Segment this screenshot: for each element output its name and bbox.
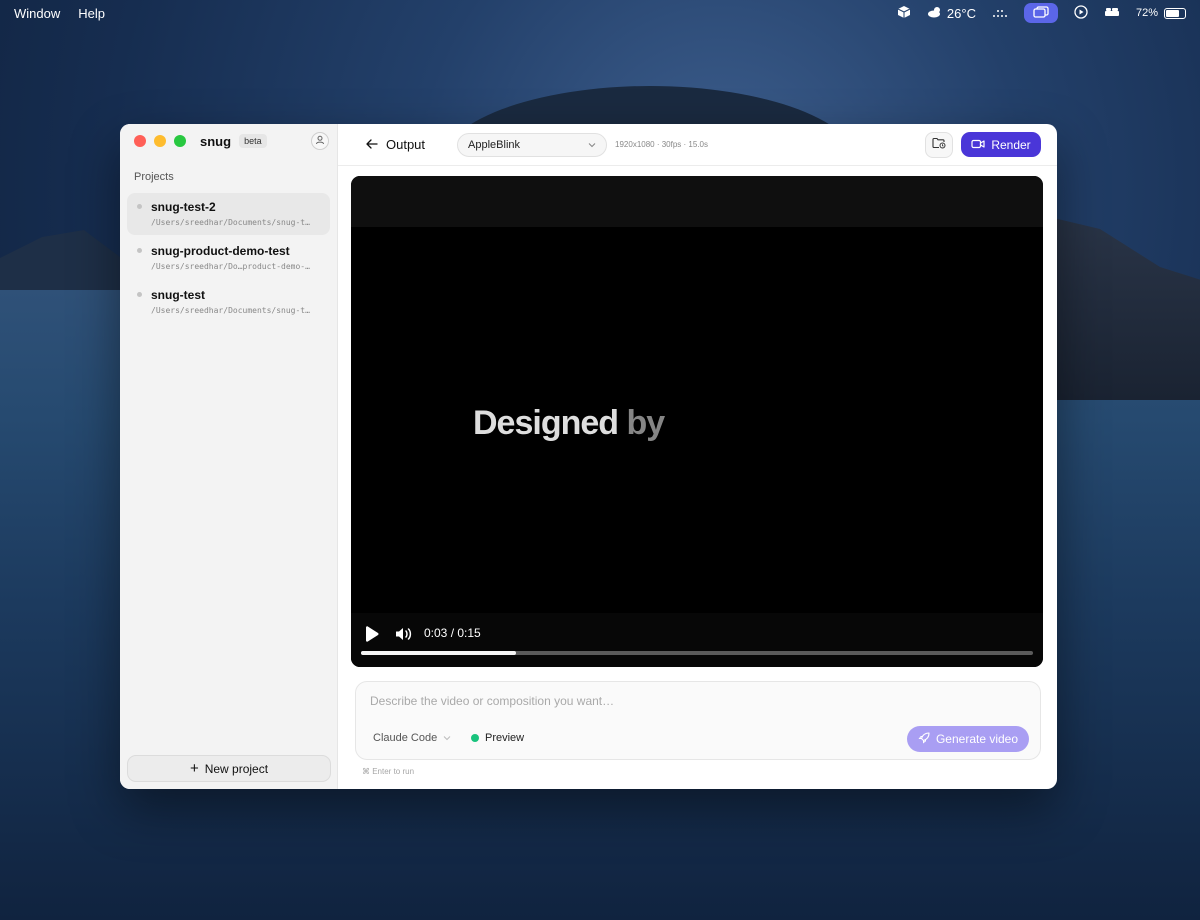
back-button[interactable]: Output [366, 137, 425, 152]
window-controls [134, 135, 186, 147]
sidebar-header: snug beta [120, 124, 337, 158]
volume-button[interactable] [395, 626, 413, 647]
minimize-button[interactable] [154, 135, 166, 147]
projects-section-label: Projects [134, 171, 174, 183]
chevron-down-icon [588, 139, 596, 151]
menubar: Window Help 26°C 72% [0, 0, 1200, 26]
project-item[interactable]: snug-test /Users/sreedhar/Documents/snug… [127, 281, 330, 323]
project-path: /Users/sreedhar/Documents/snug-t… [151, 218, 310, 227]
box-icon[interactable] [897, 5, 911, 22]
keyboard-hint: ⌘ Enter to run [362, 767, 415, 776]
generate-label: Generate video [935, 732, 1019, 746]
render-label: Render [991, 137, 1031, 152]
close-button[interactable] [134, 135, 146, 147]
project-name: snug-test-2 [151, 200, 216, 214]
project-path: /Users/sreedhar/Documents/snug-t… [151, 306, 310, 315]
menu-window[interactable]: Window [14, 6, 60, 21]
menu-help[interactable]: Help [78, 6, 105, 21]
caption-main: Designed [473, 404, 619, 442]
video-camera-icon [971, 138, 985, 152]
video-letterbox [351, 176, 1043, 227]
dots-icon[interactable] [992, 6, 1008, 21]
main-panel: Output AppleBlink 1920x1080 · 30fps · 15… [338, 124, 1057, 789]
chevron-down-icon [443, 732, 451, 744]
weather-widget[interactable]: 26°C [927, 6, 976, 21]
toolbar: Output AppleBlink 1920x1080 · 30fps · 15… [338, 124, 1057, 166]
status-dot [471, 734, 479, 742]
windows-icon [1033, 5, 1049, 21]
composition-value: AppleBlink [468, 138, 521, 151]
screen-mirror-button[interactable] [1023, 3, 1058, 23]
seek-bar[interactable] [361, 651, 1033, 655]
project-dot [137, 204, 142, 209]
render-history-button[interactable] [925, 131, 953, 158]
cloud-sun-icon [927, 6, 943, 21]
beta-badge: beta [239, 134, 267, 148]
account-button[interactable] [311, 132, 329, 150]
video-player[interactable]: Designed by 0:03 / 0:15 [351, 176, 1043, 667]
model-label: Claude Code [373, 732, 438, 744]
app-name: snug [200, 133, 232, 149]
preview-label: Preview [485, 732, 525, 744]
video-caption: Designed by [473, 404, 666, 443]
generate-video-button[interactable]: Generate video [907, 726, 1029, 752]
user-icon [315, 132, 325, 150]
back-label: Output [386, 137, 426, 152]
new-project-button[interactable]: + New project [127, 755, 331, 782]
playback-time: 0:03 / 0:15 [424, 626, 481, 640]
project-name: snug-test [151, 288, 205, 302]
project-name: snug-product-demo-test [151, 244, 290, 258]
prompt-input[interactable]: Describe the video or composition you wa… [370, 694, 614, 708]
battery-status[interactable]: 72% [1136, 7, 1186, 19]
seek-progress [361, 651, 516, 655]
project-dot [137, 248, 142, 253]
sidebar: snug beta Projects snug-test-2 /Users/sr… [120, 124, 338, 789]
composition-meta: 1920x1080 · 30fps · 15.0s [615, 140, 708, 149]
composition-select[interactable]: AppleBlink [457, 132, 608, 157]
play-circle-icon[interactable] [1074, 4, 1088, 22]
player-controls: 0:03 / 0:15 [351, 613, 1043, 667]
new-project-label: New project [204, 761, 269, 776]
render-button[interactable]: Render [961, 132, 1041, 157]
battery-icon [1164, 7, 1186, 19]
play-button[interactable] [364, 625, 380, 648]
folder-clock-icon [932, 136, 946, 154]
project-dot [137, 292, 142, 297]
project-path: /Users/sreedhar/Do…product-demo-… [151, 262, 310, 271]
app-window: snug beta Projects snug-test-2 /Users/sr… [120, 124, 1057, 789]
temperature-label: 26°C [946, 5, 976, 21]
project-item[interactable]: snug-product-demo-test /Users/sreedhar/D… [127, 237, 330, 279]
zoom-button[interactable] [174, 135, 186, 147]
caption-accent: by [626, 404, 666, 442]
project-item[interactable]: snug-test-2 /Users/sreedhar/Documents/sn… [127, 193, 330, 235]
battery-percent: 72% [1135, 7, 1158, 19]
bed-icon[interactable] [1104, 6, 1120, 21]
arrow-left-icon [366, 137, 378, 152]
preview-status[interactable]: Preview [471, 732, 524, 744]
model-select[interactable]: Claude Code [373, 732, 451, 744]
prompt-box: Describe the video or composition you wa… [355, 681, 1041, 760]
plus-icon: + [189, 760, 199, 777]
rocket-icon [918, 731, 930, 747]
